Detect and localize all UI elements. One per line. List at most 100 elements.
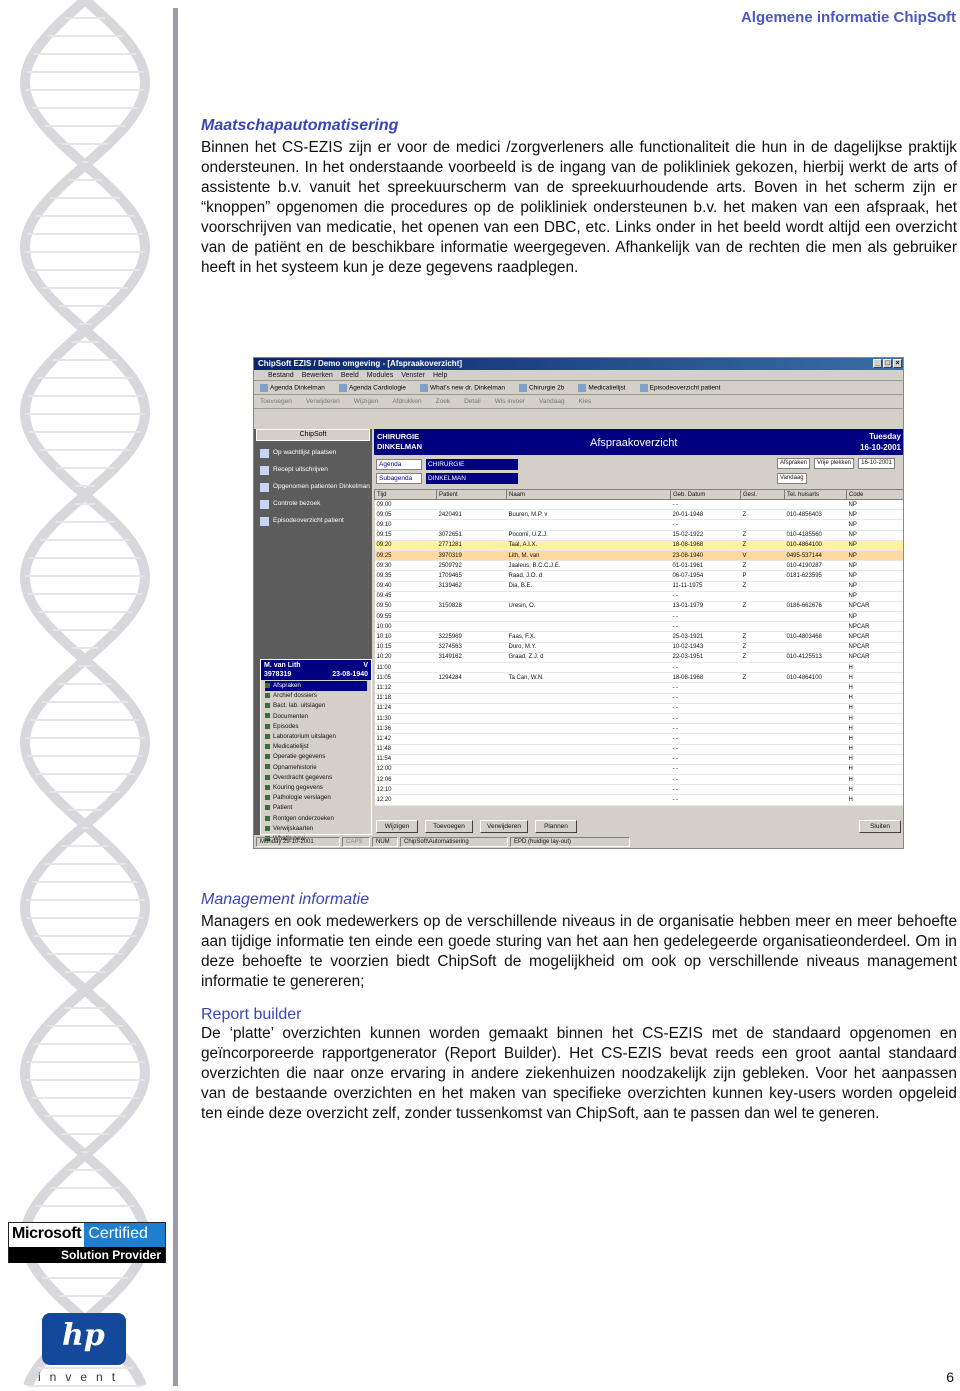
- menu-beeld[interactable]: Beeld: [341, 372, 359, 379]
- patient-info-item[interactable]: Patient: [265, 803, 367, 813]
- shortcut-chirurgie[interactable]: Chirurgie 2b: [518, 383, 564, 392]
- table-row[interactable]: 10:10 3225969 Faas, F.X. 25-03-1921 Z 010-480…: [374, 631, 903, 643]
- table-row[interactable]: 10:00 - - NPCAR: [374, 621, 903, 633]
- table-row[interactable]: 12:20 - - H: [374, 794, 903, 806]
- column-header[interactable]: Naam: [506, 489, 671, 500]
- verwijderen-button[interactable]: Verwijderen: [480, 820, 528, 833]
- patient-info-item[interactable]: Overdracht gegevens: [265, 773, 367, 783]
- column-header[interactable]: Tel. huisarts: [784, 489, 847, 500]
- column-header[interactable]: Code: [846, 489, 903, 500]
- afspraken-select[interactable]: Afspraken: [777, 458, 811, 469]
- table-row[interactable]: 11:48 - - H: [374, 744, 903, 755]
- table-row[interactable]: 11:05 1294284 Ta Can, W.N. 18-08-1968 Z 010-4…: [374, 672, 903, 684]
- table-row[interactable]: 11:54 - - H: [374, 754, 903, 765]
- menu-modules[interactable]: Modules: [367, 372, 393, 379]
- toolbar-afdrukken[interactable]: Afdrukken: [392, 398, 421, 405]
- plannen-button[interactable]: Plannen: [535, 820, 577, 833]
- shortcut-label: Agenda Cardiologie: [348, 384, 407, 392]
- wijzigen-button[interactable]: Wijzigen: [376, 820, 418, 833]
- patient-info-item[interactable]: Rontgen onderzoeken: [265, 814, 367, 824]
- table-row[interactable]: 09:35 1709465 Raad, J.O. d 06-07-1954 P 0181-…: [374, 570, 903, 582]
- table-row[interactable]: 11:18 - - H: [374, 693, 903, 704]
- shortcut-whats-new[interactable]: What's new dr. Dinkelman: [420, 383, 505, 392]
- table-row[interactable]: 11:12 - - H: [374, 682, 903, 694]
- patient-info-item[interactable]: Documenten: [265, 712, 367, 722]
- patient-info-item[interactable]: Bact. lab. uitslagen: [265, 701, 367, 711]
- table-cell: Z: [740, 530, 785, 541]
- menu-venster[interactable]: Venster: [401, 372, 425, 379]
- table-cell: H: [846, 774, 903, 786]
- vrije-plekken-checkbox[interactable]: Vrije plekken: [814, 458, 855, 469]
- table-row[interactable]: 09:55 - - NP: [374, 611, 903, 623]
- column-header[interactable]: Tijd: [374, 489, 437, 500]
- vandaag-button[interactable]: Vandaag: [777, 473, 807, 484]
- table-cell: 2420491: [436, 509, 507, 521]
- toolbar-wijzigen[interactable]: Wijzigen: [354, 398, 379, 405]
- shortcut-medicatielijst[interactable]: Medicatielijst: [578, 383, 626, 392]
- table-row[interactable]: 09:45 - - NP: [374, 591, 903, 602]
- patient-info-item[interactable]: Kouring gegevens: [265, 783, 367, 793]
- toevoegen-button[interactable]: Toevoegen: [425, 820, 473, 833]
- toolbar-kies[interactable]: Kies: [579, 398, 592, 405]
- table-cell: [784, 611, 847, 623]
- close-icon[interactable]: ×: [893, 359, 902, 368]
- patient-info-item[interactable]: Afspraken: [265, 681, 367, 692]
- patient-info-item[interactable]: Medicatielijst: [265, 742, 367, 752]
- table-row[interactable]: 09:15 3072651 Pocomi, U.Z.J. 15-02-1922 Z 010…: [374, 530, 903, 541]
- table-row[interactable]: 09:50 3150828 Uresin, O. 13-01-1979 Z 0186-66…: [374, 601, 903, 613]
- menu-help[interactable]: Help: [433, 372, 447, 379]
- patient-info-item[interactable]: Episodes: [265, 722, 367, 732]
- table-row[interactable]: 09:05 2420491 Buuren, M.P. v 20-01-1948 Z 010…: [374, 509, 903, 521]
- table-row[interactable]: 12:00 - - H: [374, 764, 903, 776]
- table-row[interactable]: 12:06 - - H: [374, 774, 903, 786]
- table-row[interactable]: 11:24 - - H: [374, 703, 903, 714]
- patient-info-item[interactable]: Opnamehistorie: [265, 763, 367, 773]
- sluiten-button[interactable]: Sluiten: [859, 820, 901, 833]
- patient-info-item[interactable]: Operatie gegevens: [265, 752, 367, 762]
- shortcut-episodeoverzicht[interactable]: Episodeoverzicht patient: [639, 383, 720, 392]
- table-row[interactable]: 11:00 - - H: [374, 662, 903, 674]
- shortcut-agenda-cardiologie[interactable]: Agenda Cardiologie: [338, 383, 407, 392]
- patient-info-item[interactable]: Pathologie verslagen: [265, 793, 367, 803]
- table-row[interactable]: 11:30 - - H: [374, 713, 903, 725]
- action-recept[interactable]: Recept uitschrijven: [260, 466, 372, 475]
- shortcut-agenda-dinkelman[interactable]: Agenda Dinkelman: [260, 383, 325, 392]
- column-header[interactable]: Geb. Datum: [670, 489, 741, 500]
- toolbar-zoek[interactable]: Zoek: [436, 398, 450, 405]
- minimize-icon[interactable]: _: [873, 359, 882, 368]
- action-episodeoverzicht[interactable]: Episodeoverzicht patient: [260, 517, 372, 526]
- table-row[interactable]: 09:40 3139462 Dia, B.E. 11-11-1975 Z NP: [374, 581, 903, 592]
- patient-info-item[interactable]: Laboratorium uitslagen: [265, 732, 367, 742]
- table-row[interactable]: 09:30 2509792 Jaaleus, B.C.C.J.E. 01-01-196…: [374, 560, 903, 572]
- table-cell: - -: [670, 733, 741, 745]
- column-header[interactable]: Patient: [436, 489, 507, 500]
- patient-info-item[interactable]: Verwijskaarten: [265, 824, 367, 834]
- table-row[interactable]: 09:10 - - NP: [374, 519, 903, 531]
- table-row[interactable]: 11:42 - - H: [374, 733, 903, 745]
- patient-info-item[interactable]: Archief dossiers: [265, 691, 367, 701]
- table-row[interactable]: 11:36 - - H: [374, 723, 903, 735]
- table-row[interactable]: 10:20 3149162 Graad, Z.J. d 22-03-1951 Z 010-…: [374, 652, 903, 664]
- toolbar-detail[interactable]: Detail: [464, 398, 481, 405]
- table-row[interactable]: 09:25 3970319 Lith, M. van 23-08-1940 V 0495-…: [374, 550, 903, 562]
- table-cell: [506, 733, 671, 745]
- table-row[interactable]: 09:20 2771281 Taal, A.I.X. 18-08-1968 Z 010-4…: [374, 540, 903, 551]
- menu-bestand[interactable]: Bestand: [268, 372, 294, 379]
- toolbar-vandaag[interactable]: Vandaag: [539, 398, 565, 405]
- action-wachtlijst[interactable]: Op wachtlijst plaatsen: [260, 449, 372, 458]
- table-row[interactable]: 09:00 - - NP: [374, 499, 903, 511]
- shortcut-label: What's new dr. Dinkelman: [430, 384, 505, 392]
- menu-bewerken[interactable]: Bewerken: [302, 372, 333, 379]
- agenda-select[interactable]: CHIRURGIE: [426, 459, 518, 470]
- date-field[interactable]: 16-10-2001: [858, 458, 895, 469]
- subagenda-select[interactable]: DINKELMAN: [426, 473, 518, 484]
- table-row[interactable]: 10:15 3274563 Duro, M.Y. 10-02-1943 Z NPCAR: [374, 642, 903, 653]
- table-row[interactable]: 12:10 - - H: [374, 784, 903, 796]
- toolbar-wis-invoer[interactable]: Wis invoer: [495, 398, 525, 405]
- action-opgenomen[interactable]: Opgenomen patienten Dinkelman: [260, 483, 372, 492]
- maximize-icon[interactable]: □: [883, 359, 892, 368]
- toolbar-toevoegen[interactable]: Toevoegen: [260, 398, 292, 405]
- action-controle[interactable]: Controle bezoek: [260, 500, 372, 509]
- column-header[interactable]: Gesl.: [740, 489, 785, 500]
- toolbar-verwijderen[interactable]: Verwijderen: [306, 398, 340, 405]
